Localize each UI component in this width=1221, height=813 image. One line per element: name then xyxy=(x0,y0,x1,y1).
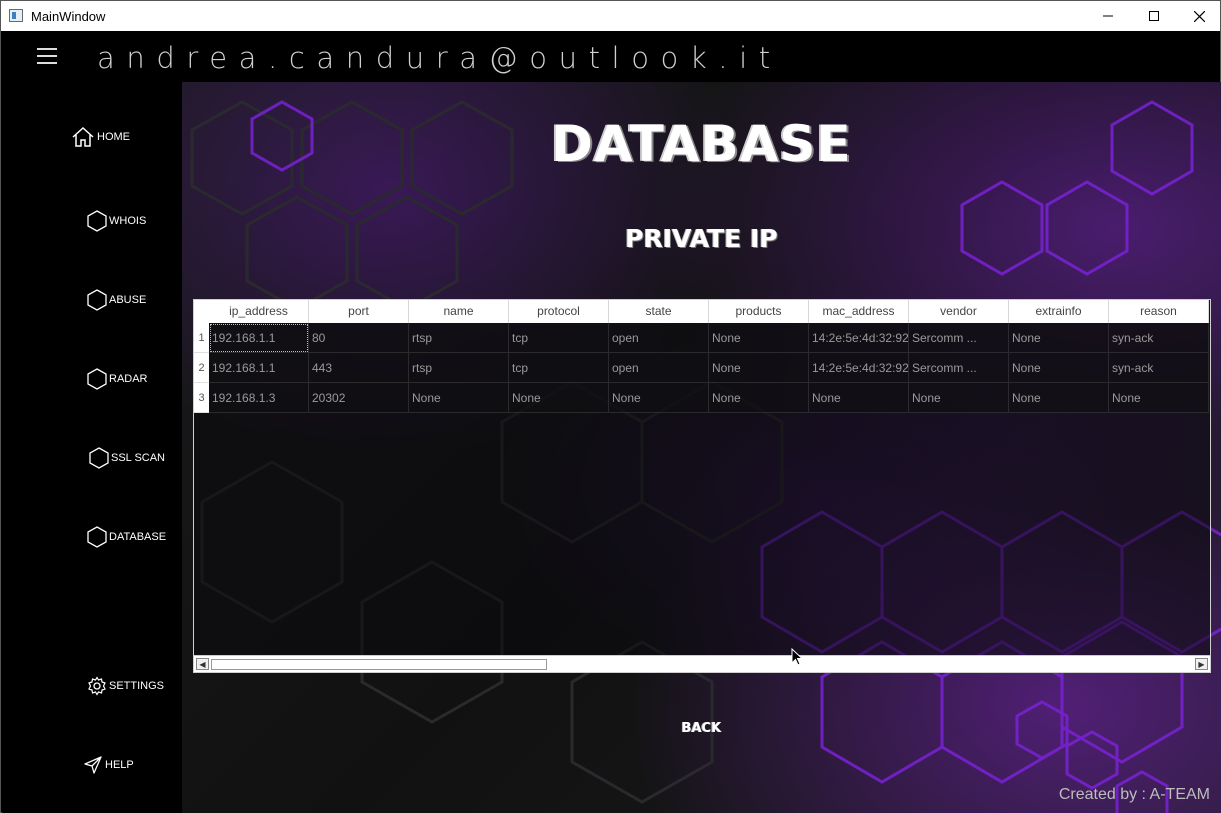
table-cell[interactable]: 192.168.1.1 xyxy=(209,323,309,353)
table-row[interactable]: 192.168.1.3 20302 None None None None No… xyxy=(209,383,1209,413)
scroll-right-icon[interactable]: ▶ xyxy=(1195,658,1208,670)
credit-text: Created by : A-TEAM xyxy=(1058,786,1210,803)
table-cell[interactable]: syn-ack xyxy=(1109,323,1209,353)
maximize-button[interactable] xyxy=(1131,1,1177,31)
table-cell[interactable]: tcp xyxy=(509,323,609,353)
close-icon xyxy=(1193,10,1205,22)
table-cell[interactable]: Sercomm ... xyxy=(909,353,1009,383)
table-cell[interactable]: Sercomm ... xyxy=(909,323,1009,353)
sidebar: HOME WHOIS ABUSE RADAR SSL SCAN DATABASE xyxy=(2,82,182,813)
table-cell[interactable]: 14:2e:5e:4d:32:92 xyxy=(809,323,909,353)
app-icon xyxy=(9,9,23,22)
table-cell[interactable]: open xyxy=(609,323,709,353)
table-cell[interactable]: None xyxy=(709,323,809,353)
row-header-column: 1 2 3 xyxy=(194,323,209,413)
table-row[interactable]: 192.168.1.1 80 rtsp tcp open None 14:2e:… xyxy=(209,323,1209,353)
sidebar-item-radar[interactable]: RADAR xyxy=(87,368,148,390)
close-button[interactable] xyxy=(1176,1,1221,31)
table-cell[interactable]: open xyxy=(609,353,709,383)
page-title: DATABASE xyxy=(551,115,852,173)
hexagon-icon xyxy=(87,289,107,311)
sidebar-item-database[interactable]: DATABASE xyxy=(87,526,166,548)
scrollbar-thumb[interactable] xyxy=(211,659,547,670)
row-number[interactable]: 3 xyxy=(194,383,209,413)
table-cell[interactable]: None xyxy=(709,353,809,383)
column-header[interactable]: port xyxy=(309,300,409,323)
column-header[interactable]: vendor xyxy=(909,300,1009,323)
sidebar-item-label: DATABASE xyxy=(109,531,167,543)
sidebar-item-ssl-scan[interactable]: SSL SCAN xyxy=(89,447,165,469)
minimize-icon xyxy=(1103,15,1113,17)
table-cell[interactable]: 192.168.1.1 xyxy=(209,353,309,383)
sidebar-item-label: RADAR xyxy=(109,373,148,385)
table-cell[interactable]: 443 xyxy=(309,353,409,383)
home-icon xyxy=(72,126,94,147)
send-icon xyxy=(84,756,102,774)
table-cell[interactable]: None xyxy=(609,383,709,413)
sidebar-item-label: HELP xyxy=(105,759,134,771)
window-title: MainWindow xyxy=(31,9,106,24)
title-bar: MainWindow xyxy=(1,1,1220,31)
column-header[interactable]: extrainfo xyxy=(1009,300,1109,323)
sidebar-item-whois[interactable]: WHOIS xyxy=(87,210,146,232)
sidebar-item-abuse[interactable]: ABUSE xyxy=(87,289,146,311)
row-number[interactable]: 2 xyxy=(194,353,209,383)
column-header[interactable]: state xyxy=(609,300,709,323)
table-cell[interactable]: None xyxy=(809,383,909,413)
column-header[interactable]: ip_address xyxy=(209,300,309,323)
hexagon-icon xyxy=(87,210,107,232)
horizontal-scrollbar[interactable]: ◀ ▶ xyxy=(194,655,1210,672)
table-cell[interactable]: syn-ack xyxy=(1109,353,1209,383)
sidebar-item-settings[interactable]: SETTINGS xyxy=(87,676,164,696)
table-cell[interactable]: 20302 xyxy=(309,383,409,413)
sidebar-item-help[interactable]: HELP xyxy=(83,755,134,775)
content-area: DATABASE PRIVATE IP ip_address port name… xyxy=(182,82,1221,813)
table-cell[interactable]: 192.168.1.3 xyxy=(209,383,309,413)
main-window: MainWindow andrea.candura@outlook.it HOM… xyxy=(0,0,1221,813)
table-cell[interactable]: None xyxy=(1109,383,1209,413)
sidebar-item-label: WHOIS xyxy=(109,215,147,227)
hexagon-icon xyxy=(87,368,107,390)
table-cell[interactable]: None xyxy=(909,383,1009,413)
table-cell[interactable]: tcp xyxy=(509,353,609,383)
sidebar-item-label: SSL SCAN xyxy=(111,452,166,464)
minimize-button[interactable] xyxy=(1085,1,1131,31)
table-cell[interactable]: None xyxy=(709,383,809,413)
table-corner xyxy=(194,300,209,323)
sidebar-item-home[interactable]: HOME xyxy=(71,126,130,148)
column-header[interactable]: protocol xyxy=(509,300,609,323)
table-cell[interactable]: None xyxy=(1009,383,1109,413)
hamburger-icon[interactable] xyxy=(37,48,57,66)
column-header[interactable]: name xyxy=(409,300,509,323)
gear-icon xyxy=(88,676,106,696)
column-header[interactable]: products xyxy=(709,300,809,323)
table-cell[interactable]: None xyxy=(409,383,509,413)
hexagon-icon xyxy=(87,526,107,548)
scroll-left-icon[interactable]: ◀ xyxy=(196,658,209,670)
hexagon-icon xyxy=(89,447,109,469)
page-subtitle: PRIVATE IP xyxy=(625,224,778,253)
sidebar-item-label: ABUSE xyxy=(109,294,147,306)
sidebar-item-label: SETTINGS xyxy=(109,680,165,692)
table-header: ip_address port name protocol state prod… xyxy=(209,300,1209,323)
table-row[interactable]: 192.168.1.1 443 rtsp tcp open None 14:2e… xyxy=(209,353,1209,383)
maximize-icon xyxy=(1149,11,1159,21)
table-cell[interactable]: rtsp xyxy=(409,323,509,353)
data-table[interactable]: ip_address port name protocol state prod… xyxy=(193,299,1211,673)
user-email: andrea.candura@outlook.it xyxy=(97,41,782,75)
table-cell[interactable]: None xyxy=(1009,323,1109,353)
mouse-cursor-icon xyxy=(791,648,803,666)
row-number[interactable]: 1 xyxy=(194,323,209,353)
table-cell[interactable]: None xyxy=(509,383,609,413)
sidebar-item-label: HOME xyxy=(97,131,130,143)
back-button[interactable]: BACK xyxy=(182,721,1221,736)
table-cell[interactable]: 80 xyxy=(309,323,409,353)
table-body: 192.168.1.1 80 rtsp tcp open None 14:2e:… xyxy=(209,323,1209,413)
column-header[interactable]: reason xyxy=(1109,300,1209,323)
table-cell[interactable]: rtsp xyxy=(409,353,509,383)
table-cell[interactable]: None xyxy=(1009,353,1109,383)
table-cell[interactable]: 14:2e:5e:4d:32:92 xyxy=(809,353,909,383)
column-header[interactable]: mac_address xyxy=(809,300,909,323)
